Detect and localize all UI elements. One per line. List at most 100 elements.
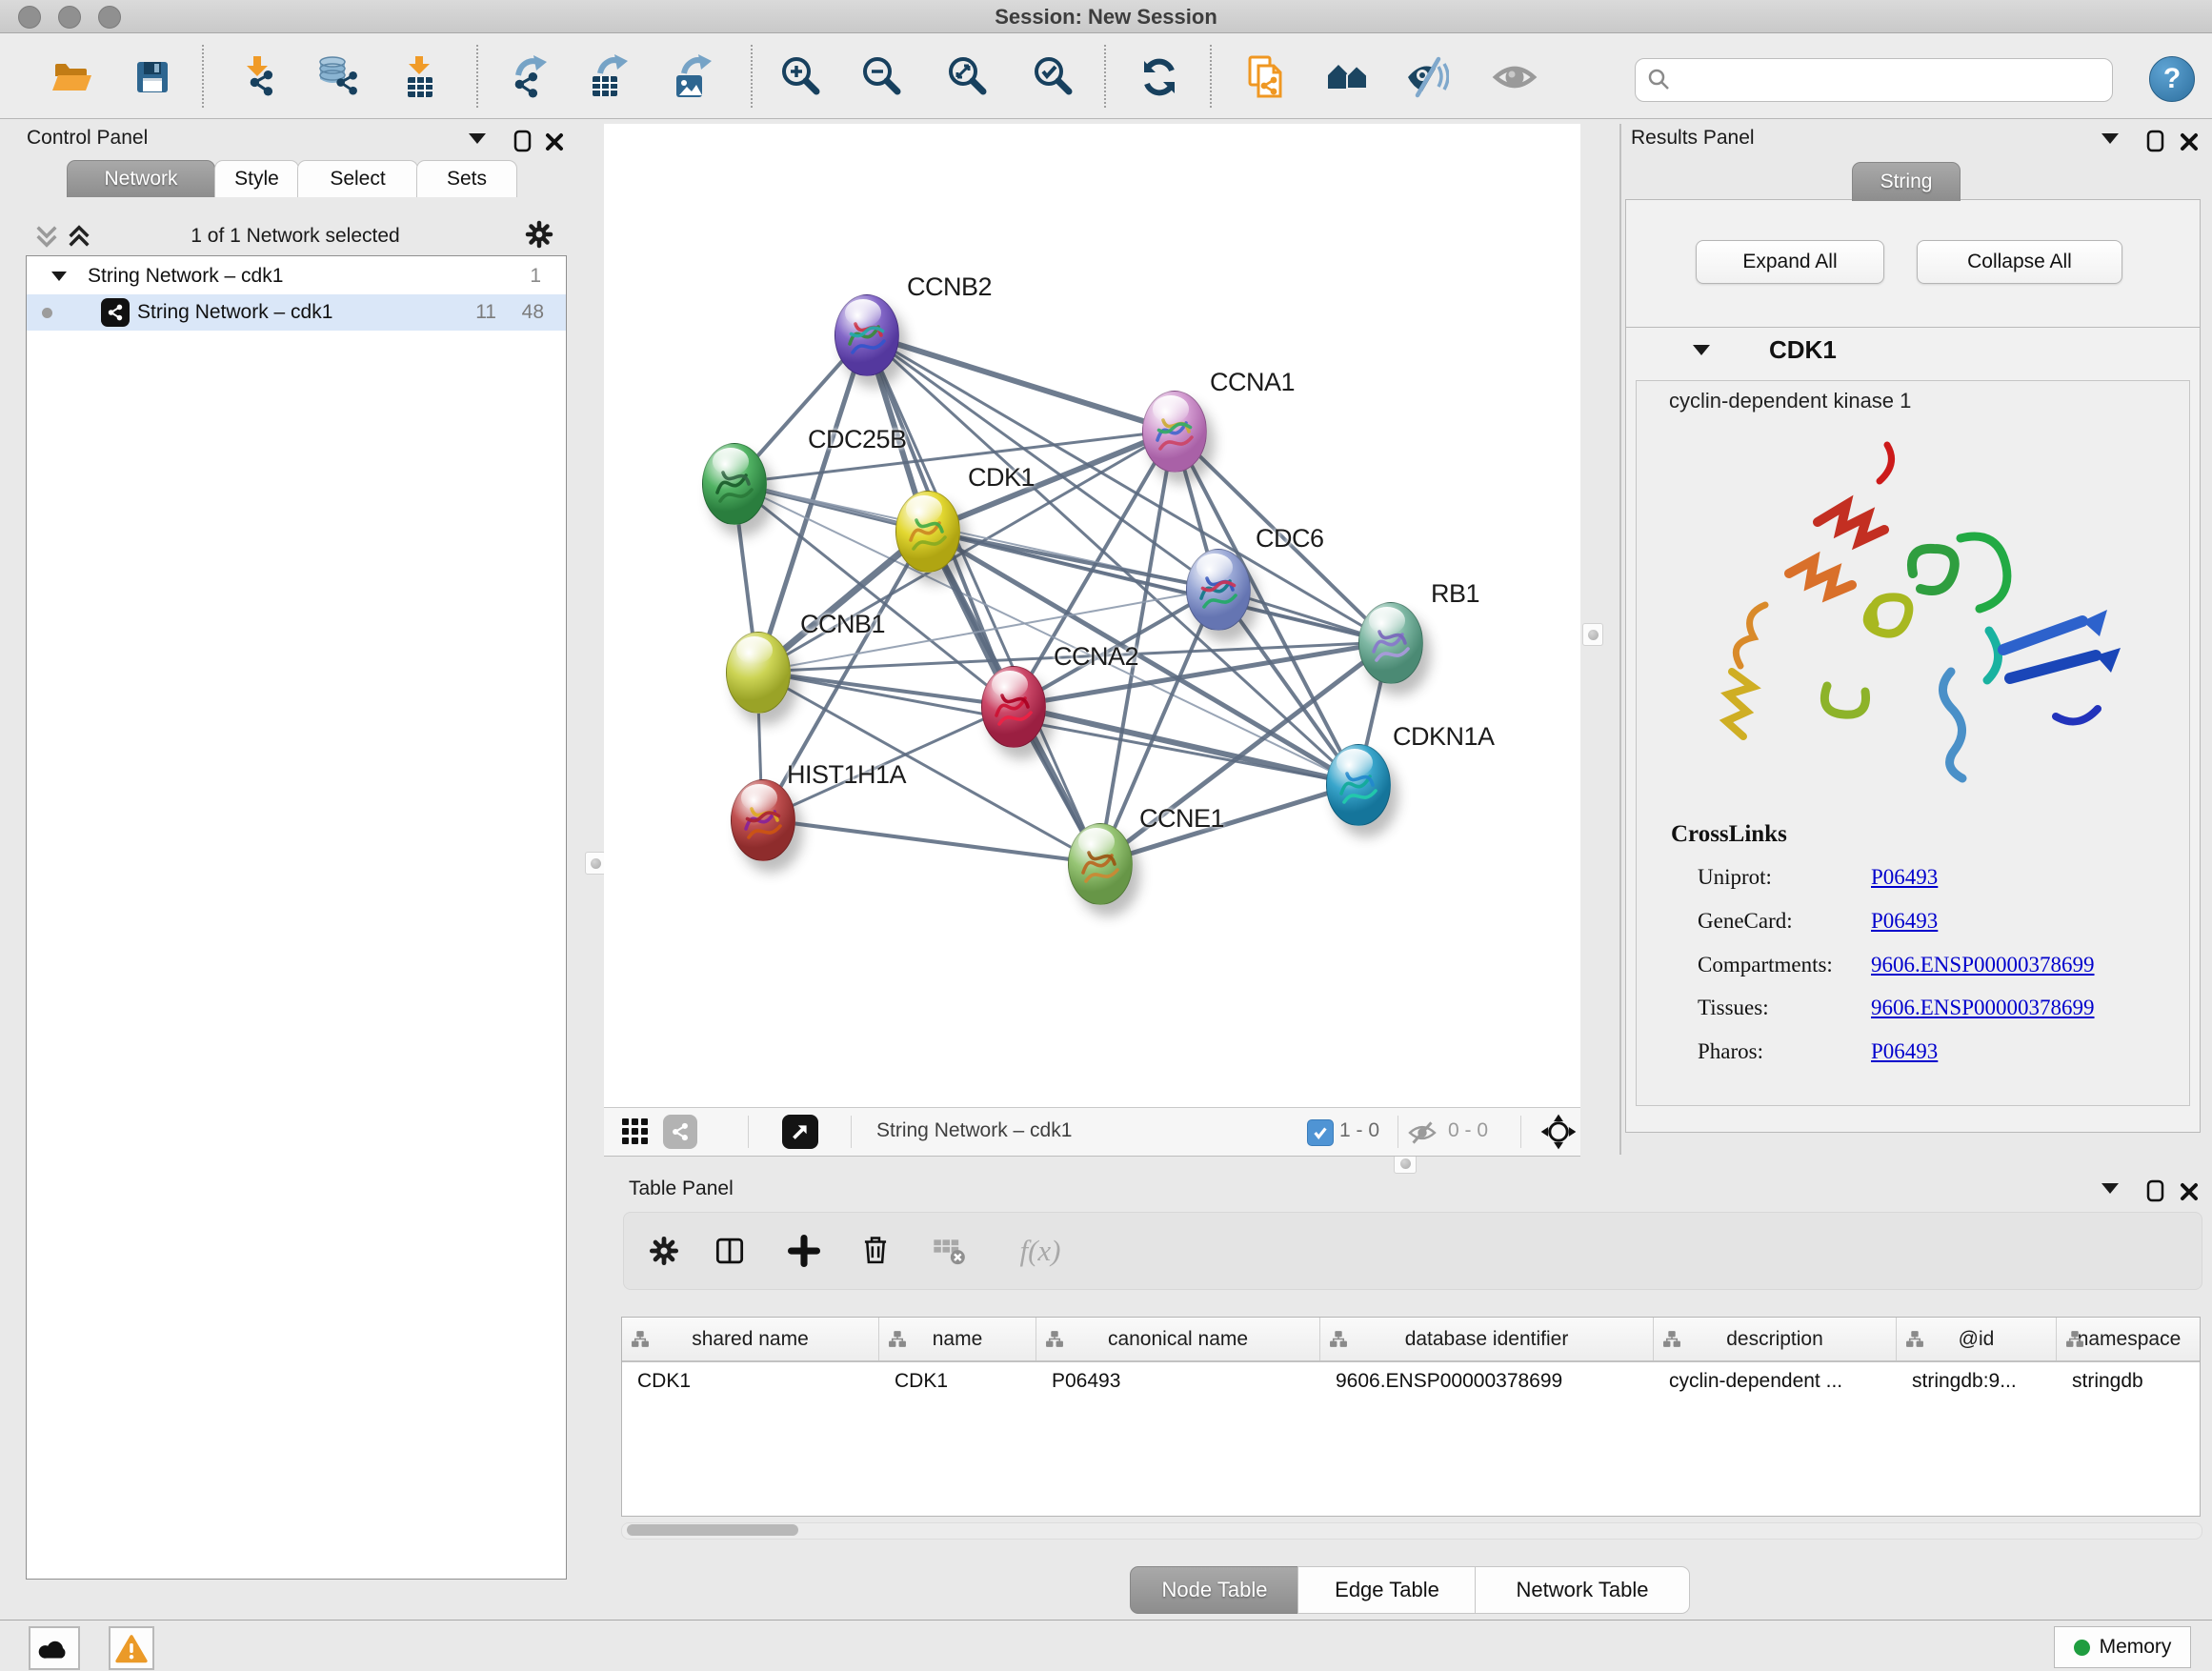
network-node-ccna1[interactable] [1142, 391, 1207, 473]
network-edge-CCNB2-RB1[interactable] [866, 334, 1390, 642]
collection-expand-icon[interactable] [51, 272, 67, 281]
gene-name: CDK1 [1769, 335, 1837, 365]
network-edge-CCNA2-CDKN1A[interactable] [1013, 706, 1357, 784]
control-panel-float-icon[interactable] [513, 130, 533, 152]
tab-sets[interactable]: Sets [416, 160, 517, 197]
import-network-from-file-icon[interactable] [231, 50, 284, 104]
fit-content-icon[interactable] [940, 50, 994, 104]
results-tab-string[interactable]: String [1852, 162, 1961, 201]
grid-view-icon[interactable] [622, 1118, 649, 1145]
delete-columns-icon[interactable] [851, 1226, 900, 1276]
column-header[interactable]: @id [1897, 1318, 2057, 1360]
column-header[interactable]: description [1654, 1318, 1897, 1360]
search-input[interactable] [1679, 69, 2112, 92]
control-panel-title: Control Panel [27, 127, 148, 150]
tab-select[interactable]: Select [297, 160, 418, 197]
column-header[interactable]: name [879, 1318, 1036, 1360]
results-panel-close-icon[interactable] [2180, 132, 2199, 151]
tab-edge-table[interactable]: Edge Table [1297, 1566, 1477, 1614]
gene-section-collapse-icon[interactable] [1693, 345, 1710, 355]
zoom-out-icon[interactable] [855, 50, 908, 104]
show-graphics-details-icon[interactable] [1488, 50, 1541, 104]
network-options-gear-icon[interactable] [522, 217, 556, 252]
table-panel-close-icon[interactable] [2180, 1182, 2199, 1201]
birdseye-crosshair-icon[interactable] [1539, 1113, 1578, 1151]
crosslink-tissues-link[interactable]: 9606.ENSP00000378699 [1871, 996, 2095, 1020]
tab-network[interactable]: Network [67, 160, 215, 197]
control-panel-close-icon[interactable] [545, 132, 564, 151]
detach-view-icon[interactable] [782, 1115, 818, 1149]
save-session-icon[interactable] [126, 50, 179, 104]
network-node-ccnb1[interactable] [726, 632, 791, 714]
expand-all-networks-icon[interactable] [67, 223, 91, 250]
crosslink-genecard-link[interactable]: P06493 [1871, 909, 1938, 934]
network-node-rb1[interactable] [1358, 602, 1423, 684]
results-gene-box: CDK1 cyclin-dependent kinase 1 [1625, 327, 2201, 1133]
create-column-icon[interactable] [779, 1226, 829, 1276]
crosslink-pharos-link[interactable]: P06493 [1871, 1039, 1938, 1064]
help-button[interactable]: ? [2149, 56, 2195, 102]
collapse-all-networks-icon[interactable] [34, 223, 59, 250]
left-splitter-handle[interactable] [585, 852, 606, 875]
string-app-icon [101, 298, 130, 327]
open-session-icon[interactable] [45, 50, 98, 104]
tab-network-table[interactable]: Network Table [1475, 1566, 1690, 1614]
right-splitter-handle[interactable] [1582, 623, 1603, 646]
import-table-from-file-icon[interactable] [392, 50, 446, 104]
network-edges [604, 124, 1580, 1107]
expand-all-button[interactable]: Expand All [1696, 240, 1884, 284]
network-row-selected[interactable]: String Network – cdk1 11 48 [27, 294, 566, 331]
node-label-cdc25b: CDC25B [808, 425, 907, 454]
crosslink-uniprot-link[interactable]: P06493 [1871, 865, 1938, 890]
table-horizontal-scrollbar[interactable] [621, 1522, 2202, 1540]
network-edge-HIST1H1A-CCNE1[interactable] [762, 819, 1099, 863]
import-network-from-database-icon[interactable] [312, 50, 365, 104]
houses-icon[interactable] [1321, 50, 1375, 104]
network-node-ccna2[interactable] [981, 666, 1046, 748]
network-node-hist1h1a[interactable] [731, 779, 795, 861]
network-node-cdc25b[interactable] [702, 443, 767, 525]
crosslink-compartments-link[interactable]: 9606.ENSP00000378699 [1871, 953, 2095, 977]
export-network-icon[interactable] [503, 50, 556, 104]
results-panel-float-icon[interactable] [2145, 130, 2166, 152]
tab-style[interactable]: Style [214, 160, 299, 197]
zoom-in-icon[interactable] [774, 50, 827, 104]
collapse-all-button[interactable]: Collapse All [1917, 240, 2122, 284]
network-node-cdk1[interactable] [895, 491, 960, 573]
hide-graphics-details-icon[interactable] [1399, 50, 1453, 104]
zoom-selected-icon[interactable] [1026, 50, 1079, 104]
selected-checkbox-icon[interactable] [1307, 1119, 1334, 1146]
tab-node-table[interactable]: Node Table [1130, 1566, 1299, 1614]
table-panel-float-icon[interactable] [2145, 1179, 2166, 1202]
export-table-icon[interactable] [583, 50, 636, 104]
refresh-view-icon[interactable] [1133, 50, 1186, 104]
results-panel-collapse-icon[interactable] [2101, 133, 2119, 144]
table-settings-gear-icon[interactable] [639, 1226, 689, 1276]
network-node-cdc6[interactable] [1186, 549, 1251, 631]
memory-button[interactable]: Memory [2054, 1626, 2191, 1668]
table-panel-collapse-icon[interactable] [2101, 1183, 2119, 1194]
table-row[interactable]: CDK1 CDK1 P06493 9606.ENSP00000378699 cy… [622, 1362, 2200, 1400]
network-node-ccnb2[interactable] [835, 294, 899, 376]
column-header[interactable]: shared name [622, 1318, 879, 1360]
collection-count: 1 [530, 265, 541, 288]
control-panel-collapse-icon[interactable] [469, 133, 486, 144]
network-edge-CCNB2-CCNA1[interactable] [866, 334, 1174, 431]
table-scrollbar-thumb[interactable] [627, 1524, 798, 1536]
new-network-from-selection-icon[interactable] [1240, 50, 1294, 104]
column-header[interactable]: canonical name [1036, 1318, 1320, 1360]
network-canvas[interactable]: CCNB2CCNA1CDC25BCDK1CDC6RB1CCNB1CCNA2CDK… [604, 124, 1580, 1107]
cloud-button[interactable] [29, 1626, 80, 1670]
warning-button[interactable] [109, 1626, 154, 1670]
show-columns-icon[interactable] [705, 1226, 754, 1276]
network-node-cdkn1a[interactable] [1326, 744, 1391, 826]
network-collection-row[interactable]: String Network – cdk1 1 [27, 258, 566, 294]
column-header[interactable]: namespace [2057, 1318, 2202, 1360]
column-header[interactable]: database identifier [1320, 1318, 1654, 1360]
export-image-icon[interactable] [667, 50, 720, 104]
crosslink-label: Pharos: [1698, 1039, 1763, 1064]
crosslink-label: Uniprot: [1698, 865, 1772, 890]
network-edge-CDKN1A-CCNE1[interactable] [1099, 784, 1357, 863]
network-node-ccne1[interactable] [1068, 823, 1133, 905]
network-share-icon[interactable] [663, 1115, 697, 1149]
